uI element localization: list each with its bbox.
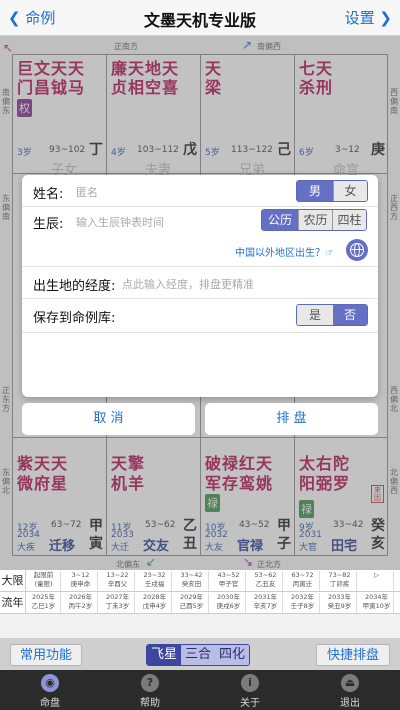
daxian-cell[interactable]: 13~22 辛酉父 — [101, 571, 135, 591]
sanhe-mode-option[interactable]: 三合 — [181, 645, 215, 665]
name-input[interactable]: 匿名 — [76, 184, 98, 200]
liunian-cell[interactable]: 2031年 辛亥7岁 — [249, 593, 283, 613]
daxian-cell[interactable]: ▷ — [360, 571, 394, 591]
gender-male-option[interactable]: 男 — [297, 181, 333, 201]
app-title: 文墨天机专业版 — [143, 11, 256, 30]
liunian-cell[interactable]: 2034年 甲寅10岁 — [360, 593, 394, 613]
daxian-cell[interactable]: 73~82 丁卯疾 — [323, 571, 357, 591]
tab-exit[interactable]: ⏏ 退出 — [300, 670, 400, 710]
daxian-cell[interactable]: 53~62 乙丑友 — [249, 571, 283, 591]
liunian-cell[interactable]: 2025年 乙巳1岁 — [27, 593, 61, 613]
gender-segment: 男 女 — [296, 180, 368, 202]
daxian-cell[interactable]: 起限前 (童限) — [27, 571, 61, 591]
save-segment: 是 否 — [296, 304, 368, 326]
chart-mode-segment: 飞星 三合 四化 — [146, 644, 250, 666]
save-row: 保存到命例库: 是 否 — [22, 299, 378, 333]
daxian-cell[interactable]: 33~42 癸亥田 — [175, 571, 209, 591]
lunar-calendar-option[interactable]: 农历 — [298, 210, 332, 230]
globe-icon[interactable] — [346, 239, 368, 261]
tab-about[interactable]: i 关于 — [200, 670, 300, 710]
solar-calendar-option[interactable]: 公历 — [262, 210, 298, 230]
tab-help[interactable]: ? 帮助 — [100, 670, 200, 710]
sihua-mode-option[interactable]: 四化 — [215, 645, 249, 665]
birth-time-input[interactable]: 输入生辰钟表时间 — [76, 214, 164, 230]
liunian-cell[interactable]: 2033年 癸丑9岁 — [323, 593, 357, 613]
daxian-cell[interactable]: 23~32 壬戌福 — [138, 571, 172, 591]
chevron-right-icon: ❯ — [374, 9, 392, 27]
paipan-button[interactable]: 排 盘 — [205, 403, 378, 435]
new-chart-dialog: 姓名: 匿名 男 女 生辰: 输入生辰钟表时间 公历 农历 四柱 中国以外地区出… — [22, 175, 378, 397]
tab-mingpan[interactable]: ◉ 命盘 — [0, 670, 100, 710]
function-toolbar: 常用功能 飞星 三合 四化 快捷排盘 — [0, 638, 400, 670]
feixing-mode-option[interactable]: 飞星 — [147, 645, 181, 665]
liunian-cell[interactable]: 2028年 戊申4岁 — [138, 593, 172, 613]
save-yes-option[interactable]: 是 — [297, 305, 333, 325]
daxian-cell[interactable]: 43~52 甲子官 — [212, 571, 246, 591]
settings-button[interactable]: 设置 ❯ — [345, 7, 392, 28]
calendar-segment: 公历 农历 四柱 — [261, 209, 367, 231]
overseas-birth-link[interactable]: 中国以外地区出生？☞ — [235, 244, 334, 259]
gender-female-option[interactable]: 女 — [333, 181, 367, 201]
help-icon: ? — [141, 674, 159, 692]
liunian-cell[interactable]: 2032年 壬子8岁 — [286, 593, 320, 613]
daxian-cell[interactable]: 3~12 庚申命 — [64, 571, 98, 591]
tab-bar: ◉ 命盘 ? 帮助 i 关于 ⏏ 退出 — [0, 670, 400, 710]
liunian-cell[interactable]: 2026年 丙午2岁 — [64, 593, 98, 613]
sizhu-option[interactable]: 四柱 — [332, 210, 366, 230]
navigation-bar: ❮ 命例 文墨天机专业版 设置 ❯ — [0, 0, 400, 36]
info-icon: i — [241, 674, 259, 692]
daxian-cell[interactable]: 63~72 丙寅迁 — [286, 571, 320, 591]
exit-icon: ⏏ — [341, 674, 359, 692]
liunian-row: 流年 2025年 乙巳1岁 2026年 丙午2岁 2027年 丁未3岁 2028年 戊申4岁 2… — [0, 592, 400, 614]
liunian-cell[interactable]: 2027年 丁未3岁 — [101, 593, 135, 613]
liunian-cell[interactable]: 2029年 己酉5岁 — [175, 593, 209, 613]
chart-icon: ◉ — [41, 674, 59, 692]
name-row: 姓名: 匿名 男 女 — [22, 175, 378, 207]
save-no-option[interactable]: 否 — [333, 305, 367, 325]
daxian-row: 大限 起限前 (童限) 3~12 庚申命 13~22 辛酉父 23~32 壬戌福 33~42 癸亥… — [0, 570, 400, 592]
liunian-cell[interactable]: 2030年 庚戌6岁 — [212, 593, 246, 613]
longitude-row: 出生地的经度: 点此输入经度，排盘更精准 — [22, 267, 378, 299]
longitude-input[interactable]: 点此输入经度，排盘更精准 — [122, 276, 254, 292]
quick-paipan-button[interactable]: 快捷排盘 — [316, 644, 390, 666]
common-functions-button[interactable]: 常用功能 — [10, 644, 82, 666]
cancel-button[interactable]: 取 消 — [22, 403, 195, 435]
